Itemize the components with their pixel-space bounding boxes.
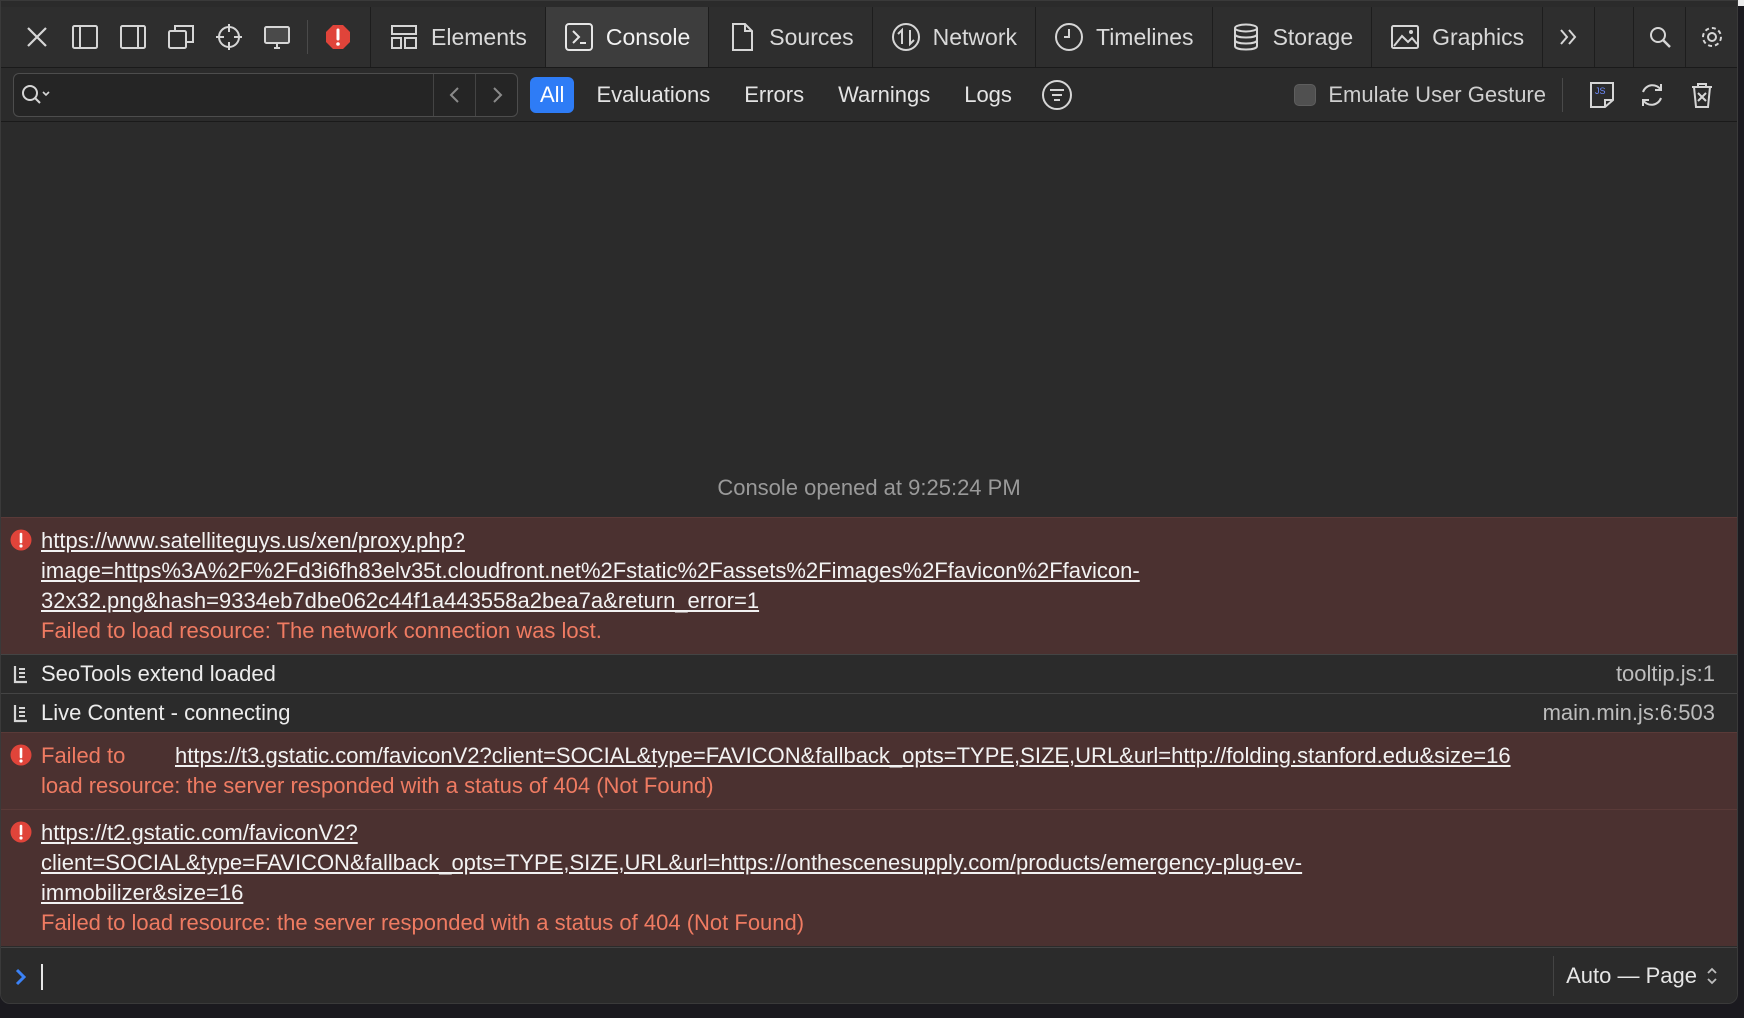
dock-left-icon[interactable] [61,7,109,68]
next-result-button[interactable] [475,73,517,116]
error-text: Failed to load resource: the server resp… [41,910,805,935]
storage-icon [1233,23,1258,51]
tab-network[interactable]: Network [871,7,1035,67]
tab-label: Timelines [1096,23,1194,50]
timelines-icon [1055,23,1083,51]
error-icon [10,529,32,551]
tab-label: Graphics [1432,23,1525,50]
console-error-message: https://t2.gstatic.com/faviconV2? client… [1,809,1737,946]
network-icon [891,23,920,51]
filter-search-input[interactable] [60,73,433,116]
filter-search-box [13,72,518,117]
console-error-message: https://www.satelliteguys.us/xen/proxy.p… [1,517,1737,654]
tab-console[interactable]: Console [544,7,709,67]
text-cursor [41,963,43,990]
resource-url-link[interactable]: immobilizer&size=16 [41,880,243,905]
gear-icon[interactable] [1685,7,1737,67]
search-icon[interactable] [14,83,60,107]
source-location-link[interactable]: main.min.js:6:503 [1543,698,1715,728]
console-log-area: Console opened at 9:25:24 PM https://www… [1,123,1737,946]
console-icon [564,23,593,51]
error-icon [10,821,32,843]
tab-label: Elements [431,23,527,50]
reload-icon[interactable] [1634,77,1670,113]
close-icon[interactable] [13,7,61,68]
error-count-icon[interactable] [314,7,362,68]
filter-warnings[interactable]: Warnings [826,77,942,113]
chevron-right-icon [492,86,502,103]
js-snippet-icon[interactable]: JS [1584,77,1620,113]
web-inspector-window: Elements Console Sources Network Timelin… [0,0,1738,1004]
error-text: load resource: the server responded with… [41,773,714,798]
device-settings-icon[interactable] [253,7,301,68]
log-entry-icon [13,666,27,684]
tab-elements[interactable]: Elements [370,7,545,67]
log-text: SeoTools extend loaded [41,661,276,686]
error-icon [10,744,32,766]
resource-url-link[interactable]: client=SOCIAL&type=FAVICON&fallback_opts… [41,850,1302,875]
tab-sources[interactable]: Sources [708,7,871,67]
graphics-icon [1391,25,1420,49]
console-prompt[interactable]: Auto — Page [1,947,1737,1003]
filter-options-icon[interactable] [1040,78,1074,112]
divider [307,20,308,54]
filter-errors[interactable]: Errors [732,77,816,113]
log-text: Live Content - connecting [41,700,291,725]
tab-timelines[interactable]: Timelines [1035,7,1212,67]
elements-icon [391,25,417,49]
console-filter-bar: All Evaluations Errors Warnings Logs Emu… [1,68,1737,122]
resource-url-link[interactable]: https://t3.gstatic.com/faviconV2?client=… [175,741,1511,771]
prompt-chevron-icon [1,966,41,988]
tab-label: Network [932,23,1017,50]
svg-text:JS: JS [1595,86,1606,96]
resource-url-link[interactable]: 32x32.png&hash=9334eb7dbe062c44f1a443558… [41,588,759,613]
divider [1562,78,1563,112]
log-entry-icon [13,705,27,723]
execution-context-label: Auto — Page [1566,963,1697,988]
search-icon[interactable] [1633,7,1685,67]
filter-logs[interactable]: Logs [952,77,1024,113]
chevron-up-down-icon [1707,967,1717,985]
emulate-user-gesture-checkbox[interactable] [1294,84,1317,106]
error-text: Failed to [41,743,126,768]
resource-url-link[interactable]: https://t2.gstatic.com/faviconV2? [41,820,358,845]
source-location-link[interactable]: tooltip.js:1 [1616,659,1715,689]
tab-label: Storage [1272,23,1354,50]
tab-storage[interactable]: Storage [1211,7,1372,67]
emulate-user-gesture-label: Emulate User Gesture [1328,82,1546,107]
tab-label: Console [605,23,691,50]
detach-window-icon[interactable] [157,7,205,68]
filter-evaluations[interactable]: Evaluations [584,77,722,113]
resource-url-link[interactable]: image=https%3A%2F%2Fd3i6fh83elv35t.cloud… [41,558,1140,583]
tab-bar: Elements Console Sources Network Timelin… [1,7,1737,68]
filter-all[interactable]: All [530,76,575,113]
tab-label: Sources [769,23,854,50]
clear-console-icon[interactable] [1684,77,1720,113]
console-log-message: SeoTools extend loaded tooltip.js:1 [1,654,1737,693]
chevron-left-icon [449,86,459,103]
resource-url-link[interactable]: https://www.satelliteguys.us/xen/proxy.p… [41,528,465,553]
more-tabs-icon[interactable] [1542,7,1594,67]
sources-icon [732,23,754,51]
inspect-element-icon[interactable] [205,7,253,68]
error-text: Failed to load resource: The network con… [41,618,602,643]
console-log-message: Live Content - connecting main.min.js:6:… [1,693,1737,732]
execution-context-selector[interactable]: Auto — Page [1553,956,1719,996]
previous-result-button[interactable] [433,73,475,116]
tab-graphics[interactable]: Graphics [1371,7,1542,67]
console-error-message: Failed to https://t3.gstatic.com/favicon… [1,732,1737,809]
console-opened-timestamp: Console opened at 9:25:24 PM [717,475,1021,500]
dock-right-icon[interactable] [109,7,157,68]
